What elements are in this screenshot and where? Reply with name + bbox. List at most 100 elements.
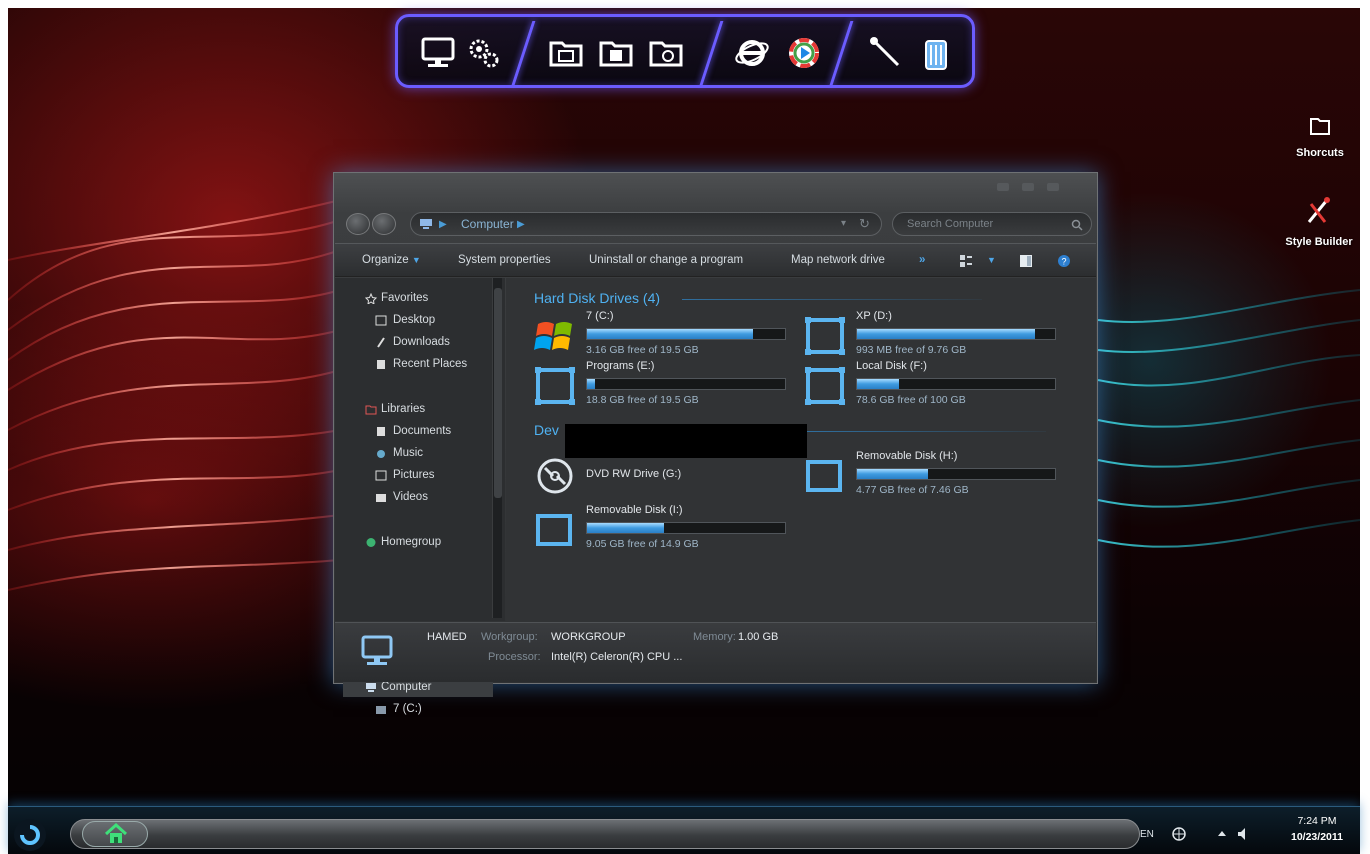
maximize-button[interactable] xyxy=(1022,183,1034,191)
drive-free-space: 4.77 GB free of 7.46 GB xyxy=(856,484,969,496)
downloads-icon xyxy=(377,337,385,348)
sidebar-item-favorites[interactable]: Favorites xyxy=(381,292,428,304)
sidebar-item-computer[interactable]: Computer xyxy=(381,681,432,693)
sidebar-item-recent-places[interactable]: Recent Places xyxy=(393,358,467,370)
drive-item[interactable]: Local Disk (F:) 78.6 GB free of 100 GB xyxy=(804,360,1064,410)
drive-free-space: 78.6 GB free of 100 GB xyxy=(856,394,966,406)
network-icon[interactable] xyxy=(1171,826,1187,842)
close-button[interactable] xyxy=(1047,183,1059,191)
sidebar-item-downloads[interactable]: Downloads xyxy=(393,336,450,348)
refresh-icon[interactable]: ↻ xyxy=(859,216,870,232)
tools-icon[interactable] xyxy=(868,35,904,71)
view-options-icon[interactable] xyxy=(959,254,973,268)
pictures-icon xyxy=(375,470,387,481)
drive-item[interactable]: Programs (E:) 18.8 GB free of 19.5 GB xyxy=(534,360,794,410)
videos-icon xyxy=(376,494,386,502)
sidebar-item-videos[interactable]: Videos xyxy=(393,491,428,503)
volume-icon[interactable] xyxy=(1236,826,1250,842)
sidebar-item-libraries[interactable]: Libraries xyxy=(381,403,425,415)
frame-border-left xyxy=(0,0,8,854)
hard-drive-icon xyxy=(535,367,575,405)
sidebar-item-drive-c[interactable]: 7 (C:) xyxy=(393,703,422,715)
gears-icon[interactable] xyxy=(466,35,502,71)
documents-icon xyxy=(377,427,385,436)
computer-icon xyxy=(361,635,393,665)
folder-icon[interactable] xyxy=(648,35,684,71)
sidebar-item-documents[interactable]: Documents xyxy=(393,425,451,437)
processor-value: Intel(R) Celeron(R) CPU ... xyxy=(551,651,683,663)
drive-name: XP (D:) xyxy=(856,310,892,322)
top-dock xyxy=(395,14,975,88)
clock[interactable]: 7:24 PM 10/23/2011 xyxy=(1280,815,1354,843)
processor-label: Processor: xyxy=(488,651,541,663)
uninstall-program-button[interactable]: Uninstall or change a program xyxy=(589,254,743,266)
chevron-down-icon[interactable]: ▼ xyxy=(987,255,996,265)
sidebar-scrollbar[interactable] xyxy=(492,278,502,618)
drive-item[interactable]: Removable Disk (I:) 9.05 GB free of 14.9… xyxy=(534,504,794,554)
dvd-drive-icon xyxy=(537,458,573,494)
computer-icon xyxy=(366,683,376,692)
taskbar-track xyxy=(70,819,1140,849)
homegroup-icon xyxy=(366,538,376,547)
navigation-pane: Favorites Desktop Downloads Recent Place… xyxy=(335,278,505,715)
address-bar[interactable]: ▶ Computer ▶ ▾ ↻ xyxy=(410,212,882,236)
group-divider xyxy=(806,431,1046,432)
hard-drive-icon xyxy=(805,367,845,405)
folder-icon[interactable] xyxy=(548,35,584,71)
start-button[interactable] xyxy=(12,817,48,853)
drive-usage-fill xyxy=(857,379,899,389)
drive-usage-fill xyxy=(587,379,595,389)
frame-border-right xyxy=(1360,0,1370,854)
group-header-hard-disk-drives[interactable]: Hard Disk Drives (4) xyxy=(534,290,660,306)
sidebar-item-desktop[interactable]: Desktop xyxy=(393,314,435,326)
folder-icon[interactable] xyxy=(598,35,634,71)
drive-name: Local Disk (F:) xyxy=(856,360,927,372)
drive-name: Programs (E:) xyxy=(586,360,655,372)
drive-usage-fill xyxy=(587,523,665,533)
music-icon xyxy=(377,450,385,458)
search-icon[interactable] xyxy=(1071,219,1083,231)
search-box[interactable]: Search Computer xyxy=(892,212,1092,236)
sidebar-item-music[interactable]: Music xyxy=(393,447,423,459)
home-button[interactable] xyxy=(82,821,148,847)
drive-name: DVD RW Drive (G:) xyxy=(586,468,682,480)
drive-usage-fill xyxy=(857,469,929,479)
sidebar-item-homegroup[interactable]: Homegroup xyxy=(381,536,441,548)
system-properties-button[interactable]: System properties xyxy=(458,254,551,266)
scrollbar-thumb[interactable] xyxy=(494,288,502,498)
hard-drive-icon xyxy=(805,317,845,355)
drive-item[interactable]: XP (D:) 993 MB free of 9.76 GB xyxy=(804,310,1064,360)
recycle-bin-icon[interactable] xyxy=(918,35,954,71)
help-icon[interactable]: ? xyxy=(1057,254,1071,268)
organize-menu[interactable]: Organize ▼ xyxy=(362,254,421,266)
drive-free-space: 3.16 GB free of 19.5 GB xyxy=(586,344,699,356)
drive-usage-bar xyxy=(856,468,1056,480)
language-indicator[interactable]: EN xyxy=(1140,829,1154,840)
preview-pane-icon[interactable] xyxy=(1019,254,1033,268)
workgroup-value: WORKGROUP xyxy=(551,631,626,643)
back-button[interactable] xyxy=(346,213,370,235)
internet-explorer-icon[interactable] xyxy=(734,35,770,71)
media-player-icon[interactable] xyxy=(786,35,822,71)
drive-free-space: 9.05 GB free of 14.9 GB xyxy=(586,538,699,550)
more-commands-button[interactable]: » xyxy=(919,254,925,266)
desktop-icon-shortcuts[interactable]: Shorcuts xyxy=(1280,115,1360,165)
drive-item[interactable]: Removable Disk (H:) 4.77 GB free of 7.46… xyxy=(804,450,1064,500)
map-network-drive-button[interactable]: Map network drive xyxy=(791,254,885,266)
drive-item[interactable]: 7 (C:) 3.16 GB free of 19.5 GB xyxy=(534,310,794,360)
desktop-icon-style-builder[interactable]: Style Builder xyxy=(1279,196,1359,250)
address-dropdown-icon[interactable]: ▾ xyxy=(841,218,846,229)
search-placeholder[interactable]: Search Computer xyxy=(907,218,993,230)
drive-usage-fill xyxy=(857,329,1036,339)
desktop-icon-label: Shorcuts xyxy=(1296,147,1344,159)
breadcrumb-computer[interactable]: Computer xyxy=(461,217,514,231)
navigation-bar: ▶ Computer ▶ ▾ ↻ Search Computer xyxy=(346,210,1092,238)
group-header-devices[interactable]: Dev xyxy=(534,422,559,438)
minimize-button[interactable] xyxy=(997,183,1009,191)
show-hidden-icons-icon[interactable] xyxy=(1216,828,1228,840)
computer-icon[interactable] xyxy=(420,35,456,71)
sidebar-item-pictures[interactable]: Pictures xyxy=(393,469,435,481)
forward-button[interactable] xyxy=(372,213,396,235)
workgroup-label: Workgroup: xyxy=(481,631,538,643)
breadcrumb-arrow-icon[interactable]: ▶ xyxy=(517,219,525,230)
